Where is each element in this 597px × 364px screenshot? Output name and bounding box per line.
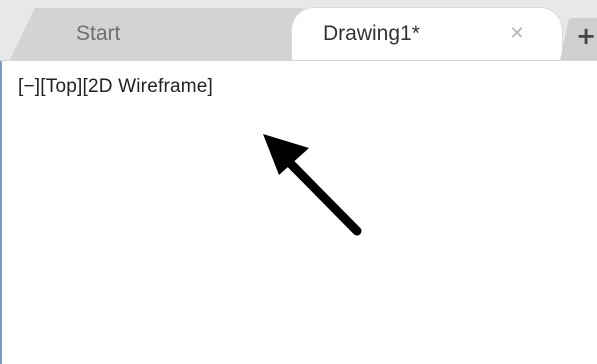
- new-tab-button[interactable]: +: [560, 18, 597, 60]
- tab-drawing1[interactable]: Drawing1* ✕: [292, 8, 562, 60]
- visual-style-control[interactable]: [2D Wireframe]: [82, 76, 213, 97]
- viewport-controls: [−][Top][2D Wireframe]: [18, 76, 213, 98]
- autocad-window: Start Drawing1* ✕ + [−][Top][2D Wirefram…: [0, 0, 597, 364]
- viewport-minus-control[interactable]: [−]: [18, 76, 40, 97]
- close-icon[interactable]: ✕: [507, 23, 527, 43]
- tab-start[interactable]: Start: [10, 8, 320, 60]
- file-tab-bar: Start Drawing1* ✕ +: [0, 0, 597, 61]
- tab-drawing1-label: Drawing1*: [323, 22, 420, 45]
- tab-start-label: Start: [76, 22, 121, 45]
- arrow-icon: [263, 134, 362, 236]
- view-control[interactable]: [Top]: [40, 76, 82, 97]
- plus-icon: +: [576, 22, 597, 50]
